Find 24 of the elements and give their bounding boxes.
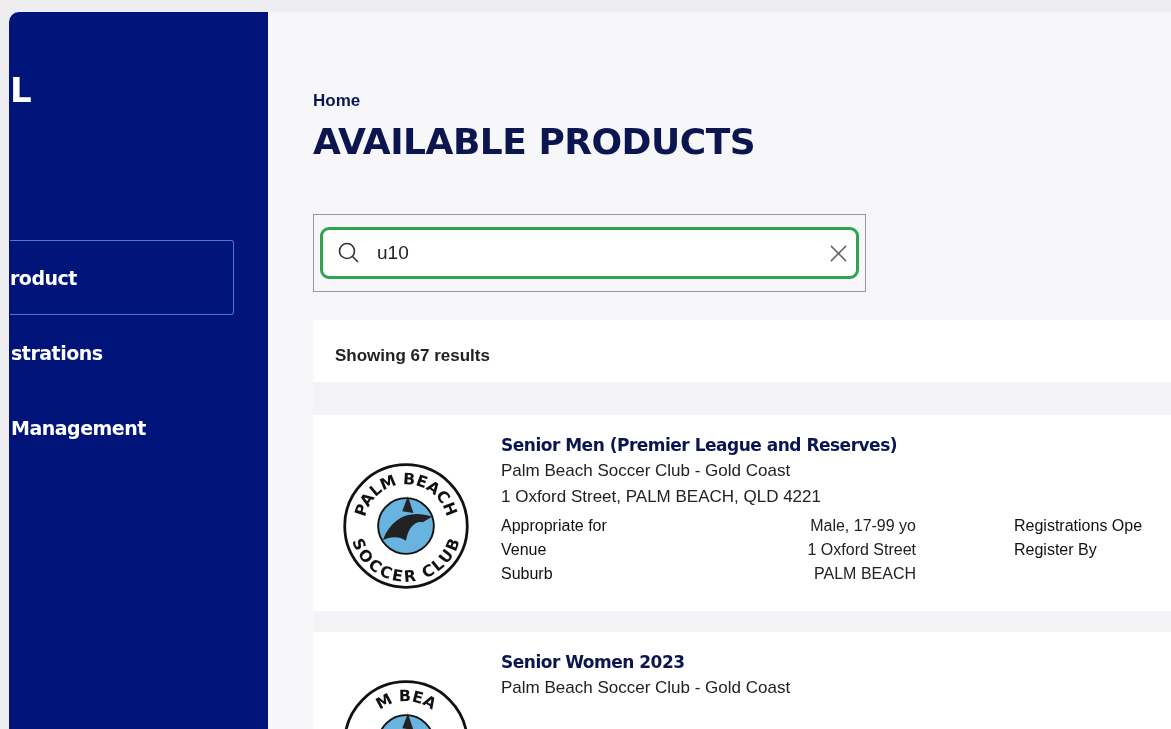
product-title[interactable]: Senior Men (Premier League and Reserves) xyxy=(501,435,1143,455)
detail-label: Appropriate for xyxy=(501,517,608,535)
sidebar-item[interactable]: strations xyxy=(10,315,234,390)
club-address: 1 Oxford Street, PALM BEACH, QLD 4221 xyxy=(501,487,822,507)
clear-icon[interactable] xyxy=(829,243,848,263)
breadcrumb-link[interactable]: Home xyxy=(313,91,1171,111)
detail-value: 1 Oxford Street xyxy=(806,541,916,559)
product-title[interactable]: Senior Women 2023 xyxy=(501,652,791,672)
results-count: Showing 67 results xyxy=(334,345,491,367)
club-name: Palm Beach Soccer Club - Gold Coast xyxy=(501,678,791,698)
club-name: Palm Beach Soccer Club - Gold Coast xyxy=(501,461,792,481)
sidebar-item[interactable]: roduct xyxy=(10,240,234,315)
search-input[interactable]: u10 xyxy=(375,241,829,265)
search-icon xyxy=(337,241,361,265)
detail-value: Male, 17-99 yo xyxy=(809,517,916,535)
sidebar-item[interactable]: Management xyxy=(10,390,234,465)
detail-value: PALM BEACH xyxy=(813,565,916,583)
brand-logo-text: L xyxy=(10,70,33,110)
detail-label: Registrations Ope xyxy=(1014,517,1143,535)
detail-label: Register By xyxy=(1014,541,1098,559)
search-field[interactable]: u10 xyxy=(320,227,859,279)
detail-label: Venue xyxy=(501,541,548,559)
page-title: AVAILABLE PRODUCTS xyxy=(313,121,757,162)
detail-label: Suburb xyxy=(501,565,554,583)
